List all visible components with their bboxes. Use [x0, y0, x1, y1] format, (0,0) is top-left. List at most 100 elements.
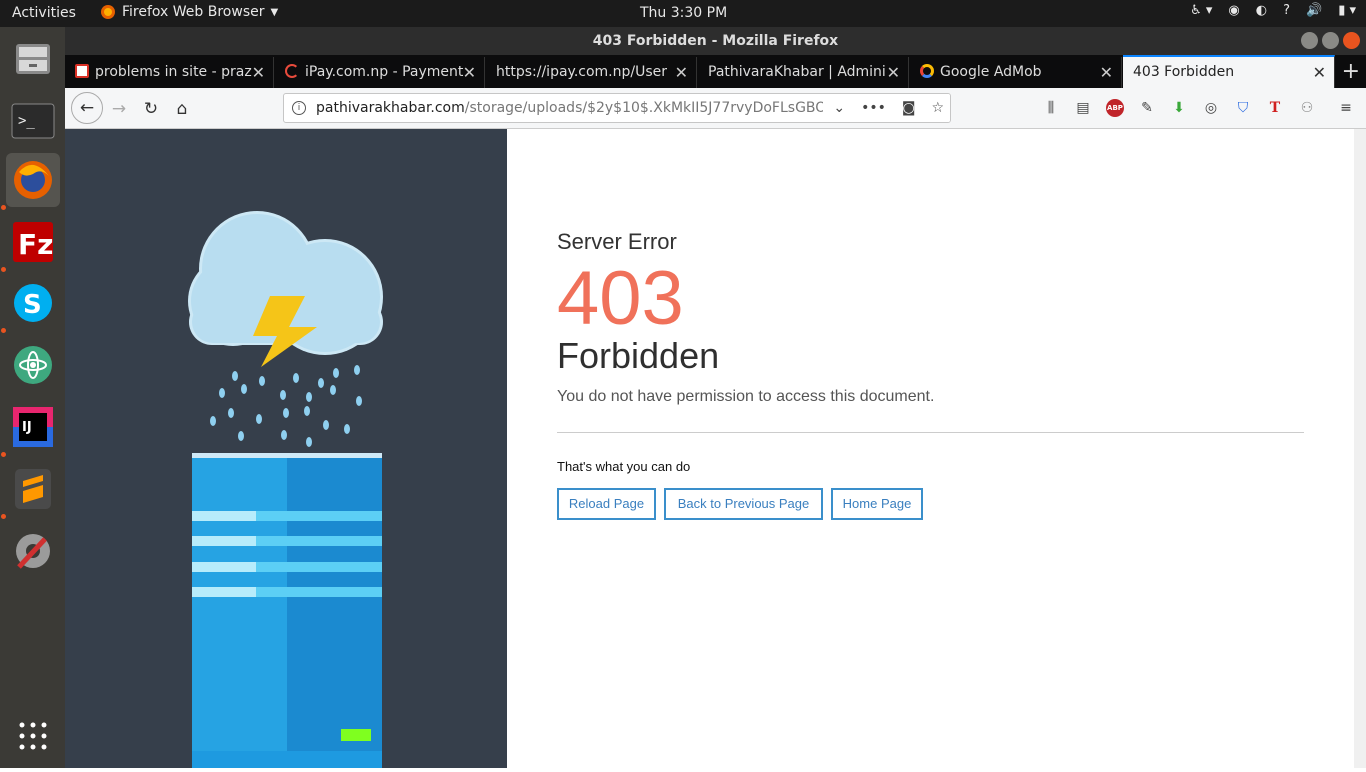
server-icon: [192, 453, 382, 768]
sublime-dock-icon[interactable]: [6, 462, 60, 516]
clock[interactable]: Thu 3:30 PM: [640, 5, 727, 21]
volume-icon[interactable]: 🔊: [1306, 3, 1322, 18]
menu-icon[interactable]: ≡: [1337, 99, 1355, 117]
chevron-down-icon[interactable]: ⌄: [833, 94, 845, 122]
info-icon[interactable]: i: [292, 101, 306, 115]
app-menu[interactable]: Firefox Web Browser ▼: [100, 4, 278, 20]
notification-icon[interactable]: ◐: [1256, 3, 1267, 18]
network-icon[interactable]: ◉: [1228, 3, 1239, 18]
dock: >_ Fz S IJ: [0, 27, 65, 768]
url-domain: pathivarakhabar.com: [316, 100, 465, 116]
tab-label: 403 Forbidden: [1133, 64, 1235, 80]
sublime-text-icon: [15, 469, 51, 509]
tab-label: https://ipay.com.np/User: [496, 64, 668, 80]
intellij-dock-icon[interactable]: IJ: [6, 400, 60, 454]
download-icon[interactable]: ⬇: [1170, 99, 1188, 117]
battery-icon[interactable]: ▮ ▾: [1338, 3, 1356, 18]
back-to-previous-page-button[interactable]: Back to Previous Page: [664, 488, 823, 520]
bookmark-star-icon[interactable]: ☆: [931, 94, 944, 122]
home-page-button[interactable]: Home Page: [831, 488, 923, 520]
running-indicator: [1, 452, 6, 457]
tab-admob[interactable]: Google AdMob ✕: [910, 57, 1122, 88]
arrow-left-icon: ←: [79, 98, 95, 118]
atom-dock-icon[interactable]: [6, 338, 60, 392]
forward-button[interactable]: →: [105, 95, 133, 123]
close-tab-icon[interactable]: ✕: [887, 57, 900, 88]
extension-icon[interactable]: ◎: [1202, 99, 1220, 117]
settings-dock-icon[interactable]: [6, 524, 60, 578]
accessibility-icon[interactable]: ♿ ▾: [1190, 3, 1212, 18]
filezilla-icon: Fz: [13, 222, 53, 262]
intellij-icon: IJ: [13, 407, 53, 447]
reload-button[interactable]: ↻: [137, 95, 165, 123]
svg-text:IJ: IJ: [22, 420, 32, 435]
tab-label: problems in site - praz: [95, 64, 252, 80]
file-cabinet-icon: [16, 44, 50, 74]
library-icon[interactable]: ⫼: [1042, 99, 1060, 117]
close-tab-icon[interactable]: ✕: [1313, 57, 1326, 88]
color-picker-icon[interactable]: ✎: [1138, 99, 1156, 117]
url-bar[interactable]: i pathivarakhabar.com/storage/uploads/$2…: [283, 93, 951, 123]
system-top-bar: Activities Firefox Web Browser ▼ Thu 3:3…: [0, 0, 1366, 27]
running-indicator: [1, 205, 6, 210]
skype-dock-icon[interactable]: S: [6, 276, 60, 330]
arrow-right-icon: →: [111, 99, 127, 119]
close-tab-icon[interactable]: ✕: [463, 57, 476, 88]
divider: [557, 432, 1304, 433]
page-content: Server Error 403 Forbidden You do not ha…: [65, 129, 1354, 768]
sidebar-icon[interactable]: ▤: [1074, 99, 1092, 117]
help-icon[interactable]: ?: [1283, 3, 1290, 18]
minimize-button[interactable]: [1301, 32, 1318, 49]
home-button[interactable]: ⌂: [168, 95, 196, 123]
ipay-icon: [285, 64, 299, 78]
files-app-icon[interactable]: [6, 32, 60, 86]
firefox-icon: [14, 161, 52, 199]
system-tray[interactable]: ♿ ▾ ◉ ◐ ? 🔊 ▮ ▾: [1190, 3, 1356, 18]
pocket-icon[interactable]: ◙: [902, 94, 916, 122]
tab-ipay[interactable]: iPay.com.np - Payment ✕: [275, 57, 485, 88]
maximize-button[interactable]: [1322, 32, 1339, 49]
svg-text:>_: >_: [18, 113, 35, 129]
running-indicator: [1, 267, 6, 272]
tab-label: iPay.com.np - Payment: [305, 64, 464, 80]
back-button[interactable]: ←: [71, 92, 103, 124]
svg-text:Fz: Fz: [18, 228, 53, 261]
server-storm-illustration: [188, 211, 383, 768]
tab-pathivara-admin[interactable]: PathivaraKhabar | Admini ✕: [698, 57, 909, 88]
extension-icon[interactable]: ⚇: [1298, 99, 1316, 117]
svg-text:S: S: [23, 290, 42, 320]
error-heading: Forbidden: [557, 335, 720, 376]
tab-gmail[interactable]: problems in site - praz ✕: [65, 57, 274, 88]
terminal-app-icon[interactable]: >_: [6, 94, 60, 148]
tab-label: Google AdMob: [940, 64, 1042, 80]
close-window-button[interactable]: [1343, 32, 1360, 49]
admob-icon: [920, 64, 934, 78]
gmail-icon: [75, 64, 89, 78]
error-subtitle: Server Error: [557, 229, 677, 254]
tab-403-forbidden[interactable]: 403 Forbidden ✕: [1123, 55, 1335, 88]
reload-page-button[interactable]: Reload Page: [557, 488, 656, 520]
translate-icon[interactable]: T: [1266, 99, 1284, 117]
running-indicator: [1, 514, 6, 519]
tab-strip: problems in site - praz ✕ iPay.com.np - …: [65, 55, 1366, 88]
tab-label: PathivaraKhabar | Admini: [708, 64, 886, 80]
window-title: 403 Forbidden - Mozilla Firefox: [592, 33, 839, 49]
close-tab-icon[interactable]: ✕: [1100, 57, 1113, 88]
new-tab-button[interactable]: +: [1342, 55, 1360, 88]
illustration-panel: [65, 129, 507, 768]
filezilla-dock-icon[interactable]: Fz: [6, 215, 60, 269]
close-tab-icon[interactable]: ✕: [252, 57, 265, 88]
raindrops: [210, 365, 362, 447]
actions-label: That's what you can do: [557, 459, 691, 474]
firefox-dock-icon[interactable]: [6, 153, 60, 207]
tab-ipay-user[interactable]: https://ipay.com.np/User ✕: [486, 57, 697, 88]
close-tab-icon[interactable]: ✕: [675, 57, 688, 88]
terminal-icon: >_: [11, 103, 55, 139]
show-applications-button[interactable]: [6, 709, 60, 763]
activities-button[interactable]: Activities: [12, 5, 76, 21]
scrollbar[interactable]: [1354, 129, 1366, 768]
page-actions-icon[interactable]: •••: [861, 94, 886, 122]
shield-icon[interactable]: ⛉: [1234, 99, 1252, 117]
adblock-plus-icon[interactable]: ABP: [1106, 99, 1124, 117]
error-message: You do not have permission to access thi…: [557, 388, 935, 405]
